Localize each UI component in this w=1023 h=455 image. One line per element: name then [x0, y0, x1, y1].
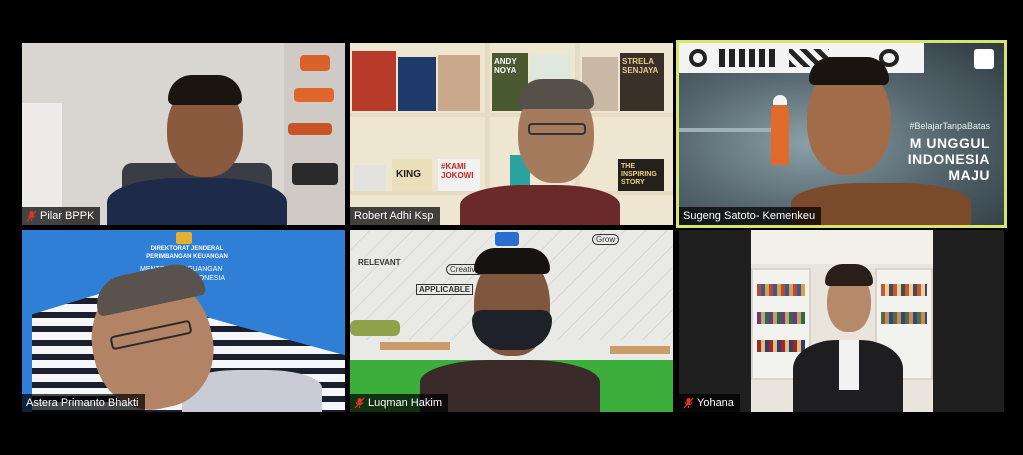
wooden-table: [380, 342, 450, 350]
book-jokowi: #KAMI JOKOWI: [438, 159, 480, 191]
participant-name: Astera Primanto Bhakti: [26, 397, 139, 409]
book-story: THE INSPIRING STORY: [618, 159, 664, 191]
pattern-1: [689, 49, 707, 67]
logo-top: [495, 232, 519, 246]
orange-tool-3: [288, 123, 332, 135]
face-mask: [472, 310, 552, 350]
person-hair: [809, 57, 889, 85]
video-tile-sugeng[interactable]: #BelajarTanpaBatas M UNGGUL INDONESIA MA…: [679, 43, 1004, 225]
person-hair: [474, 248, 550, 274]
bg-line-1: DIREKTORAT JENDERAL: [150, 246, 224, 252]
video-frame: [751, 230, 933, 412]
mic-muted-icon: [683, 397, 694, 409]
rail: [679, 128, 779, 132]
video-tile-pilar[interactable]: Pilar BPPK: [22, 43, 345, 225]
books-row-4: [881, 284, 927, 296]
video-tile-yohana[interactable]: Yohana: [679, 230, 1004, 412]
participant-name: Luqman Hakim: [368, 397, 442, 409]
overlay-line-2: INDONESIA: [907, 151, 990, 167]
person-hair: [168, 75, 242, 105]
book-andy-title: ANDY NOYA: [494, 57, 517, 75]
participant-name: Robert Adhi Ksp: [354, 210, 434, 222]
participant-name: Pilar BPPK: [40, 210, 95, 222]
worker-helmet: [773, 95, 787, 105]
orange-tool-2: [294, 88, 334, 102]
person-hair: [518, 79, 594, 109]
person-body: [460, 185, 620, 225]
book-strela: STRELA SENJAYA: [620, 53, 664, 111]
orange-tool-1: [300, 55, 330, 71]
participant-name: Yohana: [697, 397, 734, 409]
glasses: [528, 123, 586, 135]
worker: [771, 105, 789, 165]
mic-muted-icon: [354, 397, 365, 409]
pattern-2: [719, 49, 779, 67]
doodle-applicable: APPLICABLE: [416, 284, 474, 295]
book-blue: [398, 57, 436, 111]
book-strela-title: STRELA SENJAYA: [622, 57, 659, 75]
participant-label: Robert Adhi Ksp: [350, 207, 440, 225]
wooden-table-2: [610, 346, 670, 354]
book-small-1: [354, 165, 386, 191]
shirt-collar: [839, 340, 859, 390]
ceiling: [751, 230, 933, 264]
video-tile-luqman[interactable]: RELEVANT APPLICABLE Creative Grow Luqman…: [350, 230, 673, 412]
book-king: KING: [392, 159, 432, 191]
green-cushion: [350, 320, 400, 336]
participant-name: Sugeng Satoto- Kemenkeu: [683, 210, 816, 222]
participant-label: Luqman Hakim: [350, 394, 448, 412]
video-tile-robert[interactable]: ANDY NOYA STRELA SENJAYA KING #KAMI JOKO…: [350, 43, 673, 225]
participant-label: Astera Primanto Bhakti: [22, 394, 145, 412]
participant-label: Yohana: [679, 394, 740, 412]
book-jokowi-title: #KAMI JOKOWI: [441, 162, 474, 180]
person-body: [107, 178, 287, 225]
overlay-line-3: MAJU: [948, 167, 990, 183]
bg-line-2: PERIMBANGAN KEUANGAN: [146, 254, 228, 260]
logo-emblem: [176, 232, 192, 244]
books-row-2: [757, 312, 805, 324]
doodle-relevant: RELEVANT: [358, 258, 401, 267]
corner-logo: [974, 49, 994, 69]
book-story-title: THE INSPIRING STORY: [621, 163, 657, 186]
video-tile-astera[interactable]: DIREKTORAT JENDERAL PERIMBANGAN KEUANGAN…: [22, 230, 345, 412]
book-red: [352, 51, 396, 111]
participant-label: Sugeng Satoto- Kemenkeu: [679, 207, 822, 225]
person-hair: [825, 264, 873, 286]
books-row-1: [757, 284, 805, 296]
mic-muted-icon: [26, 210, 37, 222]
books-row-3: [757, 340, 805, 352]
black-tool: [292, 163, 338, 185]
participant-label: Pilar BPPK: [22, 207, 101, 225]
overlay-line-1: M UNGGUL: [909, 135, 990, 151]
doodle-grow: Grow: [592, 234, 620, 245]
overlay-hashtag: #BelajarTanpaBatas: [909, 121, 990, 131]
shelf-top: [350, 113, 673, 117]
books-row-5: [881, 312, 927, 324]
book-face: [438, 55, 480, 111]
book-king-title: KING: [396, 169, 421, 180]
